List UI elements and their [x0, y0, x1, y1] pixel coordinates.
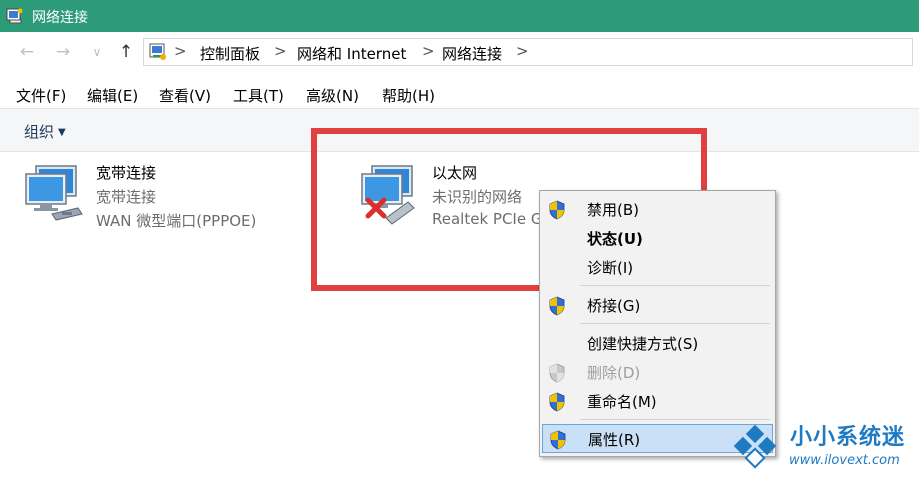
connection-item-broadband[interactable]: 宽带连接 宽带连接 WAN 微型端口(PPPOE) — [22, 162, 282, 234]
menu-view[interactable]: 查看(V) — [159, 85, 211, 106]
control-panel-icon — [149, 43, 166, 60]
connection-status: 宽带连接 — [96, 188, 157, 206]
context-menu-label: 重命名(M) — [587, 393, 657, 411]
breadcrumb-control-panel[interactable]: 控制面板 — [200, 43, 260, 64]
connection-name: 宽带连接 — [96, 164, 157, 182]
ethernet-disconnected-icon — [361, 165, 415, 225]
uac-shield-icon — [549, 296, 565, 316]
address-box[interactable]: > 控制面板 > 网络和 Internet > 网络连接 > — [143, 38, 913, 66]
address-bar-row: ← → ∨ ↑ > 控制面板 > 网络和 Internet > 网络连接 > — [0, 32, 919, 72]
breadcrumb-network-connections[interactable]: 网络连接 — [442, 43, 502, 64]
context-menu-label: 诊断(I) — [587, 259, 634, 277]
context-menu-status[interactable]: 状态(U) — [542, 224, 773, 253]
context-menu-label: 属性(R) — [588, 431, 641, 449]
context-menu-separator — [580, 323, 770, 324]
menu-bar: 文件(F) 编辑(E) 查看(V) 工具(T) 高级(N) 帮助(H) — [0, 80, 919, 108]
context-menu: 禁用(B) 状态(U) 诊断(I) 桥接(G) 创建快捷方式(S) 删除(D) … — [539, 190, 776, 457]
context-menu-label: 状态(U) — [587, 230, 643, 248]
breadcrumb-separator[interactable]: > — [516, 42, 529, 60]
uac-shield-icon — [550, 430, 566, 450]
breadcrumb-separator: > — [422, 42, 435, 60]
command-bar: 组织 ▼ — [0, 108, 919, 152]
forward-button[interactable]: → — [52, 38, 74, 66]
breadcrumb-separator: > — [174, 42, 187, 60]
connection-status: 未识别的网络 — [432, 188, 523, 206]
context-menu-delete: 删除(D) — [542, 358, 773, 387]
context-menu-diagnose[interactable]: 诊断(I) — [542, 253, 773, 282]
uac-shield-disabled-icon — [549, 363, 565, 383]
watermark-site-name: 小小系统迷 — [790, 425, 906, 450]
dropdown-caret-icon: ▼ — [58, 127, 66, 138]
broadband-connection-icon — [25, 165, 83, 221]
uac-shield-icon — [549, 200, 565, 220]
menu-tools[interactable]: 工具(T) — [233, 85, 284, 106]
network-connections-app-icon — [6, 8, 23, 24]
context-menu-label: 创建快捷方式(S) — [587, 335, 699, 353]
organize-button[interactable]: 组织 ▼ — [24, 121, 66, 142]
site-logo-icon — [733, 424, 777, 469]
connection-device: WAN 微型端口(PPPOE) — [96, 212, 257, 230]
title-bar: 网络连接 — [0, 0, 919, 32]
menu-file[interactable]: 文件(F) — [16, 85, 66, 106]
context-menu-label: 删除(D) — [587, 364, 641, 382]
watermark-site-url: www.ilovext.com — [789, 453, 900, 468]
uac-shield-icon — [549, 392, 565, 412]
context-menu-bridge[interactable]: 桥接(G) — [542, 291, 773, 320]
menu-advanced[interactable]: 高级(N) — [306, 85, 359, 106]
menu-help[interactable]: 帮助(H) — [382, 85, 435, 106]
menu-edit[interactable]: 编辑(E) — [87, 85, 138, 106]
window-title: 网络连接 — [32, 10, 88, 26]
context-menu-create-shortcut[interactable]: 创建快捷方式(S) — [542, 329, 773, 358]
back-button[interactable]: ← — [16, 38, 38, 66]
connection-name: 以太网 — [432, 164, 478, 182]
context-menu-label: 禁用(B) — [587, 201, 639, 219]
context-menu-separator — [580, 285, 770, 286]
breadcrumb-separator: > — [274, 42, 287, 60]
recent-locations-button[interactable]: ∨ — [86, 38, 108, 66]
breadcrumb-network-internet[interactable]: 网络和 Internet — [297, 43, 406, 64]
context-menu-label: 桥接(G) — [587, 297, 641, 315]
site-watermark: 小小系统迷 www.ilovext.com — [727, 418, 917, 474]
up-button[interactable]: ↑ — [115, 38, 137, 66]
context-menu-rename[interactable]: 重命名(M) — [542, 387, 773, 416]
organize-label: 组织 — [24, 123, 55, 141]
context-menu-disable[interactable]: 禁用(B) — [542, 195, 773, 224]
connection-device: Realtek PCIe G — [432, 210, 543, 228]
